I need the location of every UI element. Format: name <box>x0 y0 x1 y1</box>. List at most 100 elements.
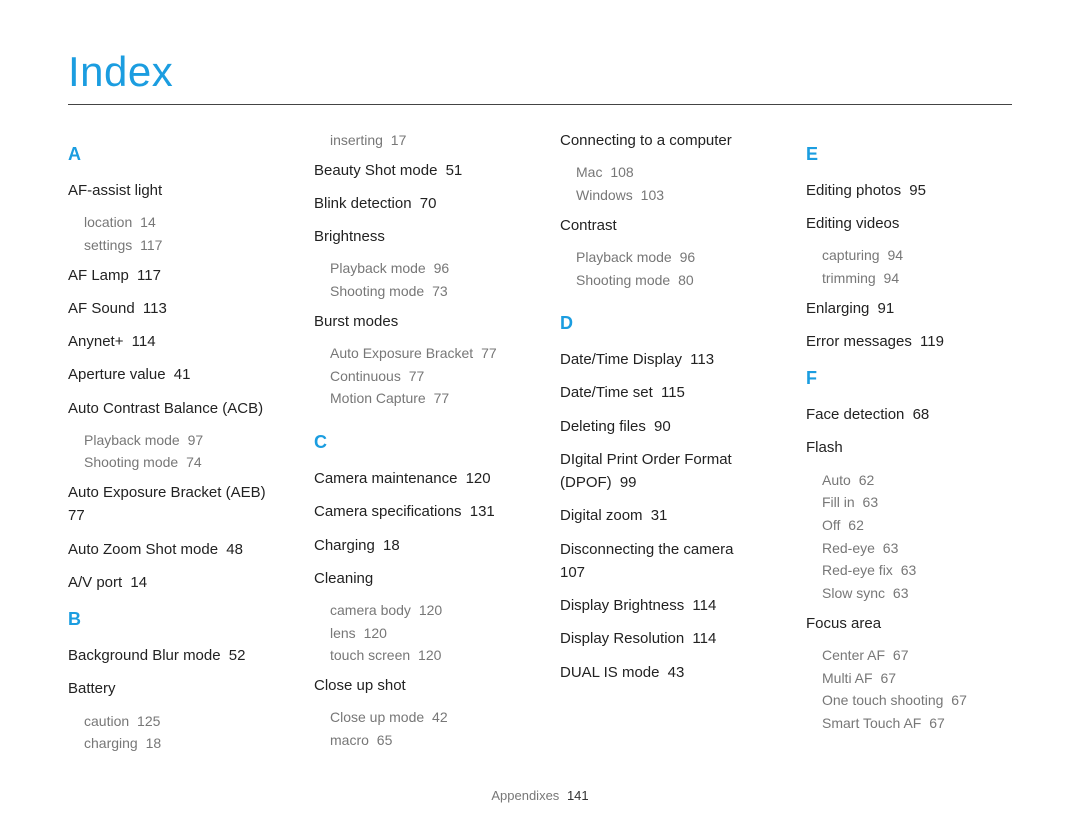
index-subentry[interactable]: Shooting mode 80 <box>576 270 766 292</box>
index-subentry[interactable]: Red-eye fix 63 <box>822 560 1012 582</box>
index-subentry[interactable]: trimming 94 <box>822 268 1012 290</box>
index-page[interactable]: 41 <box>170 366 191 383</box>
index-term[interactable]: Auto Zoom Shot mode <box>68 541 218 558</box>
index-term[interactable]: Disconnecting the camera <box>560 541 733 558</box>
index-subentry[interactable]: One touch shooting 67 <box>822 690 1012 712</box>
index-subentry[interactable]: Windows 103 <box>576 185 766 207</box>
index-subentry[interactable]: camera body 120 <box>330 600 520 622</box>
index-term[interactable]: Face detection <box>806 406 904 423</box>
index-term[interactable]: Display Resolution <box>560 630 684 647</box>
index-page[interactable]: 119 <box>916 333 944 350</box>
index-subentry[interactable]: Multi AF 67 <box>822 668 1012 690</box>
index-subentry[interactable]: settings 117 <box>84 235 274 257</box>
index-subentry[interactable]: touch screen 120 <box>330 645 520 667</box>
index-subentry[interactable]: inserting 17 <box>330 130 520 152</box>
index-subentry[interactable]: Red-eye 63 <box>822 538 1012 560</box>
index-subentry[interactable]: Off 62 <box>822 515 1012 537</box>
index-term[interactable]: Close up shot <box>314 677 406 694</box>
index-subentry[interactable]: lens 120 <box>330 623 520 645</box>
index-subentry[interactable]: Slow sync 63 <box>822 583 1012 605</box>
index-term[interactable]: Anynet+ <box>68 333 123 350</box>
index-term[interactable]: Digital zoom <box>560 507 643 524</box>
index-page[interactable]: 91 <box>873 300 894 317</box>
index-page[interactable]: 68 <box>908 406 929 423</box>
index-subentry[interactable]: Shooting mode 73 <box>330 281 520 303</box>
index-subentry[interactable]: Center AF 67 <box>822 645 1012 667</box>
index-subentry[interactable]: charging 18 <box>84 733 274 755</box>
index-page[interactable]: 117 <box>133 267 161 284</box>
index-subentry[interactable]: Motion Capture 77 <box>330 388 520 410</box>
index-term[interactable]: AF Sound <box>68 300 135 317</box>
index-subentry[interactable]: location 14 <box>84 212 274 234</box>
index-entry: AF Lamp 117 <box>68 264 274 287</box>
index-page[interactable]: 99 <box>616 474 637 491</box>
index-term[interactable]: Blink detection <box>314 195 412 212</box>
index-term[interactable]: Beauty Shot mode <box>314 162 437 179</box>
index-term[interactable]: Contrast <box>560 217 617 234</box>
index-subentry[interactable]: Continuous 77 <box>330 366 520 388</box>
index-term[interactable]: Enlarging <box>806 300 869 317</box>
index-term[interactable]: Camera maintenance <box>314 470 457 487</box>
index-page[interactable]: 131 <box>466 503 495 520</box>
index-page[interactable]: 120 <box>461 470 490 487</box>
index-subterm: Shooting mode <box>84 454 178 470</box>
index-subentry[interactable]: Playback mode 96 <box>330 258 520 280</box>
index-term[interactable]: Date/Time set <box>560 384 653 401</box>
index-page[interactable]: 48 <box>222 541 243 558</box>
index-subpage: 94 <box>880 270 899 286</box>
index-term[interactable]: DUAL IS mode <box>560 664 660 681</box>
index-term[interactable]: Brightness <box>314 228 385 245</box>
index-page[interactable]: 115 <box>657 384 685 401</box>
index-term[interactable]: Battery <box>68 680 116 697</box>
index-term[interactable]: Flash <box>806 439 843 456</box>
index-term[interactable]: Background Blur mode <box>68 647 221 664</box>
index-subentry[interactable]: Playback mode 96 <box>576 247 766 269</box>
index-term[interactable]: Deleting files <box>560 418 646 435</box>
index-subentry[interactable]: Shooting mode 74 <box>84 452 274 474</box>
index-page[interactable]: 31 <box>647 507 668 524</box>
index-term[interactable]: Error messages <box>806 333 912 350</box>
index-term[interactable]: Editing photos <box>806 182 901 199</box>
index-term[interactable]: Aperture value <box>68 366 166 383</box>
index-subentry[interactable]: Close up mode 42 <box>330 707 520 729</box>
index-page[interactable]: 107 <box>560 564 585 581</box>
index-page[interactable]: 95 <box>905 182 926 199</box>
index-page[interactable]: 114 <box>127 333 155 350</box>
index-subentry[interactable]: macro 65 <box>330 730 520 752</box>
index-page[interactable]: 18 <box>379 537 400 554</box>
index-term[interactable]: DIgital Print Order Format (DPOF) <box>560 451 732 491</box>
index-term[interactable]: Camera specifications <box>314 503 462 520</box>
index-term[interactable]: Editing videos <box>806 215 899 232</box>
index-page[interactable]: 77 <box>68 507 85 524</box>
index-subentry[interactable]: Fill in 63 <box>822 492 1012 514</box>
index-page[interactable]: 51 <box>441 162 462 179</box>
index-page[interactable]: 113 <box>686 351 714 368</box>
index-term[interactable]: Cleaning <box>314 570 373 587</box>
index-term[interactable]: AF-assist light <box>68 182 162 199</box>
index-subentry[interactable]: Playback mode 97 <box>84 430 274 452</box>
index-term[interactable]: Display Brightness <box>560 597 684 614</box>
index-term[interactable]: A/V port <box>68 574 122 591</box>
index-page[interactable]: 70 <box>416 195 437 212</box>
index-term[interactable]: Charging <box>314 537 375 554</box>
index-page[interactable]: 43 <box>664 664 685 681</box>
index-term[interactable]: Burst modes <box>314 313 398 330</box>
index-subentry[interactable]: Mac 108 <box>576 162 766 184</box>
index-subentry[interactable]: Auto Exposure Bracket 77 <box>330 343 520 365</box>
index-term[interactable]: AF Lamp <box>68 267 129 284</box>
index-page[interactable]: 114 <box>688 597 716 614</box>
index-page[interactable]: 52 <box>225 647 246 664</box>
index-term[interactable]: Date/Time Display <box>560 351 682 368</box>
index-subentry[interactable]: Auto 62 <box>822 470 1012 492</box>
index-term[interactable]: Connecting to a computer <box>560 132 732 149</box>
index-subentry[interactable]: Smart Touch AF 67 <box>822 713 1012 735</box>
index-page[interactable]: 114 <box>688 630 716 647</box>
index-page[interactable]: 90 <box>650 418 671 435</box>
index-subentry[interactable]: caution 125 <box>84 711 274 733</box>
index-term[interactable]: Auto Exposure Bracket (AEB) <box>68 484 266 501</box>
index-term[interactable]: Focus area <box>806 615 881 632</box>
index-page[interactable]: 113 <box>139 300 167 317</box>
index-page[interactable]: 14 <box>126 574 147 591</box>
index-term[interactable]: Auto Contrast Balance (ACB) <box>68 400 263 417</box>
index-subentry[interactable]: capturing 94 <box>822 245 1012 267</box>
